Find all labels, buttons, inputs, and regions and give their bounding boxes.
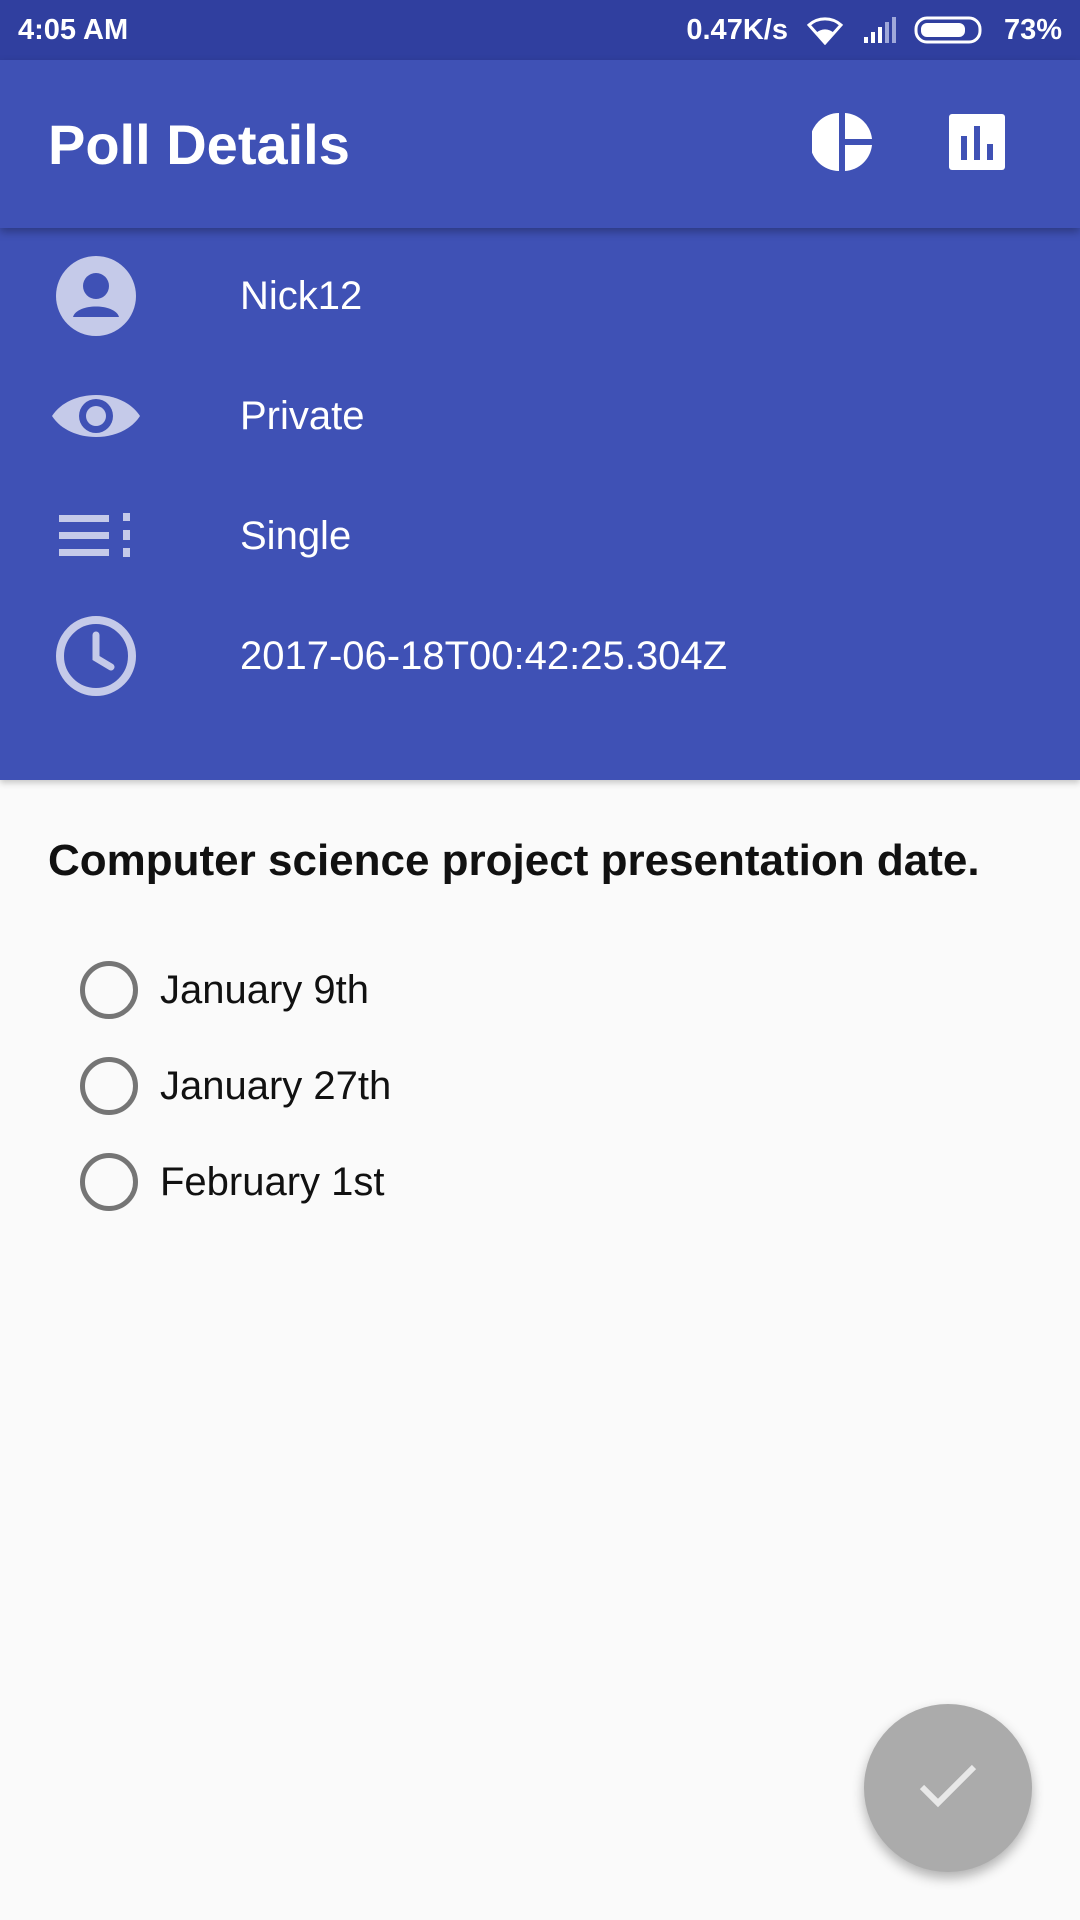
- battery-level: 73%: [1003, 13, 1062, 46]
- poll-author: Nick12: [240, 273, 363, 318]
- poll-created-date: 2017-06-18T00:42:25.304Z: [240, 633, 728, 678]
- info-row-type: Single: [0, 476, 1080, 596]
- bar-chart-icon: [949, 113, 1005, 175]
- poll-question: Computer science project presentation da…: [48, 836, 980, 885]
- network-speed: 0.47K/s: [686, 13, 788, 46]
- info-row-visibility: Private: [0, 356, 1080, 476]
- status-bar: 4:05 AM 0.47K/s 73%: [0, 0, 1080, 60]
- status-time: 4:05 AM: [18, 13, 129, 46]
- signal-icon: [862, 15, 896, 45]
- wifi-icon: [806, 15, 844, 45]
- option-label: January 9th: [160, 967, 370, 1012]
- bar-chart-button[interactable]: [922, 89, 1032, 199]
- battery-icon: [914, 15, 986, 45]
- submit-vote-button[interactable]: [864, 1704, 1032, 1872]
- status-icons: 0.47K/s 73%: [686, 14, 1062, 47]
- poll-option[interactable]: February 1st: [80, 1147, 385, 1217]
- eye-icon: [50, 370, 142, 462]
- option-label: January 27th: [160, 1063, 392, 1108]
- pie-chart-button[interactable]: [788, 89, 898, 199]
- poll-info-panel: Nick12 Private Single 2017-06-18T00:42:2…: [0, 228, 1080, 780]
- radio-button[interactable]: [80, 961, 138, 1019]
- list-icon: [50, 490, 142, 582]
- radio-button[interactable]: [80, 1153, 138, 1211]
- clock-icon: [50, 610, 142, 702]
- account-icon: [50, 250, 142, 342]
- poll-type: Single: [240, 513, 352, 558]
- info-row-created: 2017-06-18T00:42:25.304Z: [0, 596, 1080, 716]
- poll-option[interactable]: January 9th: [80, 955, 369, 1025]
- option-label: February 1st: [160, 1159, 385, 1204]
- info-row-author: Nick12: [0, 236, 1080, 356]
- app-bar: Poll Details: [0, 60, 1080, 228]
- radio-button[interactable]: [80, 1057, 138, 1115]
- poll-visibility: Private: [240, 393, 365, 438]
- check-icon: [918, 1763, 978, 1814]
- pie-chart-icon: [810, 111, 874, 178]
- poll-option[interactable]: January 27th: [80, 1051, 391, 1121]
- page-title: Poll Details: [48, 112, 350, 176]
